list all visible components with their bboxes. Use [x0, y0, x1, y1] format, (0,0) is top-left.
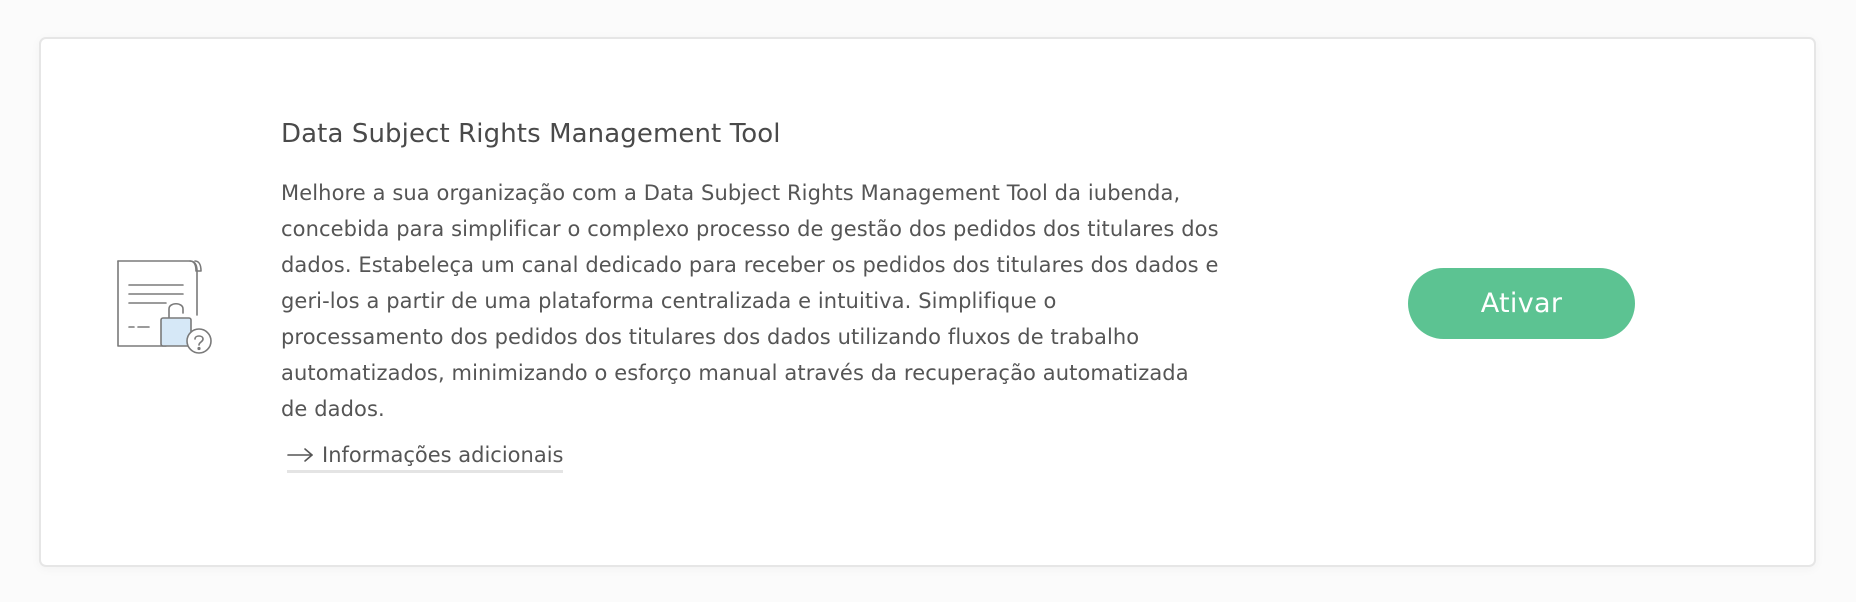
product-title: Data Subject Rights Management Tool [281, 119, 781, 149]
product-card: Data Subject Rights Management Tool Melh… [39, 37, 1816, 567]
arrow-right-icon [287, 448, 313, 462]
more-info-link[interactable]: Informações adicionais [287, 443, 564, 473]
product-content: Data Subject Rights Management Tool Melh… [281, 117, 1221, 473]
activate-button[interactable]: Ativar [1408, 268, 1635, 339]
document-lock-question-icon [117, 260, 212, 354]
more-info-label: Informações adicionais [322, 443, 564, 467]
product-description: Melhore a sua organização com a Data Sub… [281, 181, 1219, 421]
